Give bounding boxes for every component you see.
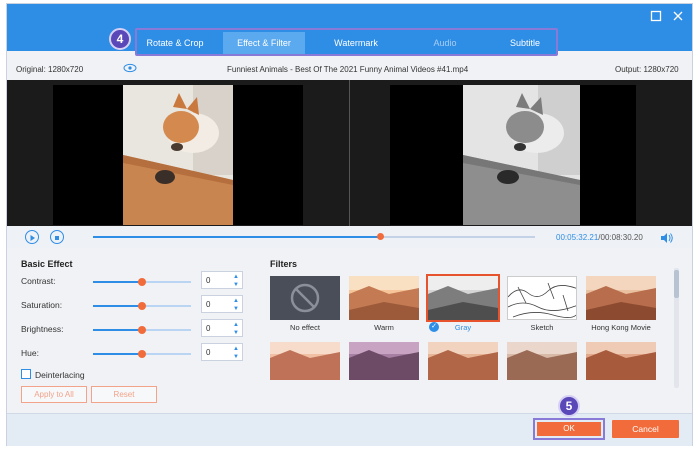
filter-label-sketch: Sketch	[530, 323, 554, 332]
original-resolution: Original: 1280x720	[16, 65, 84, 74]
deinterlacing-label: Deinterlacing	[35, 370, 85, 380]
brightness-slider[interactable]	[93, 326, 191, 334]
contrast-row: Contrast: 0 ▲ ▼	[21, 271, 251, 293]
tab-subtitle[interactable]: Subtitle	[495, 32, 555, 54]
video-filename: Funniest Animals - Best Of The 2021 Funn…	[227, 65, 469, 74]
filter-row2-1[interactable]	[270, 342, 340, 380]
maximize-icon[interactable]	[649, 10, 663, 24]
scrollbar-thumb[interactable]	[674, 270, 679, 298]
filter-no-effect[interactable]	[270, 276, 340, 320]
step-badge-4: 4	[109, 28, 131, 50]
stop-icon[interactable]	[50, 230, 64, 244]
saturation-stepper[interactable]: 0 ▲ ▼	[201, 295, 243, 313]
info-bar: Original: 1280x720 Funniest Animals - Be…	[7, 60, 692, 80]
filter-sketch[interactable]	[507, 276, 577, 320]
original-video-frame	[123, 85, 233, 225]
total-time: 00:08:30.20	[600, 233, 643, 242]
close-icon[interactable]	[671, 10, 685, 24]
tab-audio[interactable]: Audio	[415, 32, 475, 54]
playback-controls: 00:05:32.21/00:08:30.20	[7, 226, 692, 248]
basic-effect-title: Basic Effect	[21, 259, 73, 269]
hue-row: Hue: 0 ▲ ▼	[21, 343, 251, 365]
filter-label-no-effect: No effect	[290, 323, 320, 332]
saturation-row: Saturation: 0 ▲ ▼	[21, 295, 251, 317]
deinterlacing-checkbox[interactable]	[21, 369, 31, 379]
filter-row2-2[interactable]	[349, 342, 419, 380]
cancel-button[interactable]: Cancel	[612, 420, 679, 438]
brightness-label: Brightness:	[21, 324, 64, 334]
filter-label-warm: Warm	[374, 323, 394, 332]
time-readout: 00:05:32.21/00:08:30.20	[556, 233, 643, 242]
output-preview	[350, 80, 692, 226]
hue-slider[interactable]	[93, 350, 191, 358]
filter-label-hong-kong-movie: Hong Kong Movie	[591, 323, 651, 332]
tab-effect-filter[interactable]: Effect & Filter	[223, 32, 305, 54]
filters-scrollbar[interactable]	[674, 268, 679, 388]
eye-icon[interactable]	[123, 63, 137, 75]
filter-row2-4[interactable]	[507, 342, 577, 380]
current-time: 00:05:32.21	[556, 233, 599, 242]
playback-progress-bar[interactable]	[93, 233, 535, 240]
tab-rotate-crop[interactable]: Rotate & Crop	[137, 32, 213, 54]
filter-gray[interactable]	[426, 274, 500, 322]
original-preview	[7, 80, 349, 226]
preview-area	[7, 80, 692, 226]
volume-icon[interactable]	[660, 231, 674, 249]
filter-warm[interactable]	[349, 276, 419, 320]
output-video-frame	[463, 85, 580, 225]
saturation-slider[interactable]	[93, 302, 191, 310]
brightness-row: Brightness: 0 ▲ ▼	[21, 319, 251, 341]
output-resolution: Output: 1280x720	[615, 65, 679, 74]
filters-title: Filters	[270, 259, 298, 269]
ok-button[interactable]: OK	[537, 422, 601, 436]
filter-row2-5[interactable]	[586, 342, 656, 380]
brightness-stepper[interactable]: 0 ▲ ▼	[201, 319, 243, 337]
hue-label: Hue:	[21, 348, 39, 358]
edit-window: Rotate & Crop Effect & Filter Watermark …	[6, 3, 693, 446]
reset-button[interactable]: Reset	[91, 386, 157, 403]
play-icon[interactable]	[25, 230, 39, 244]
filter-hong-kong-movie[interactable]	[586, 276, 656, 320]
ok-highlight: OK	[533, 418, 605, 440]
apply-to-all-button[interactable]: Apply to All	[21, 386, 87, 403]
contrast-label: Contrast:	[21, 276, 56, 286]
step-badge-5: 5	[558, 395, 580, 417]
filter-row2-3[interactable]	[428, 342, 498, 380]
playback-position-handle[interactable]	[377, 233, 385, 240]
tabs-highlight: Rotate & Crop Effect & Filter Watermark …	[135, 28, 558, 56]
filter-label-gray: Gray	[454, 323, 472, 332]
hue-stepper[interactable]: 0 ▲ ▼	[201, 343, 243, 361]
contrast-slider[interactable]	[93, 278, 191, 286]
tab-watermark[interactable]: Watermark	[321, 32, 391, 54]
contrast-stepper[interactable]: 0 ▲ ▼	[201, 271, 243, 289]
saturation-label: Saturation:	[21, 300, 63, 310]
